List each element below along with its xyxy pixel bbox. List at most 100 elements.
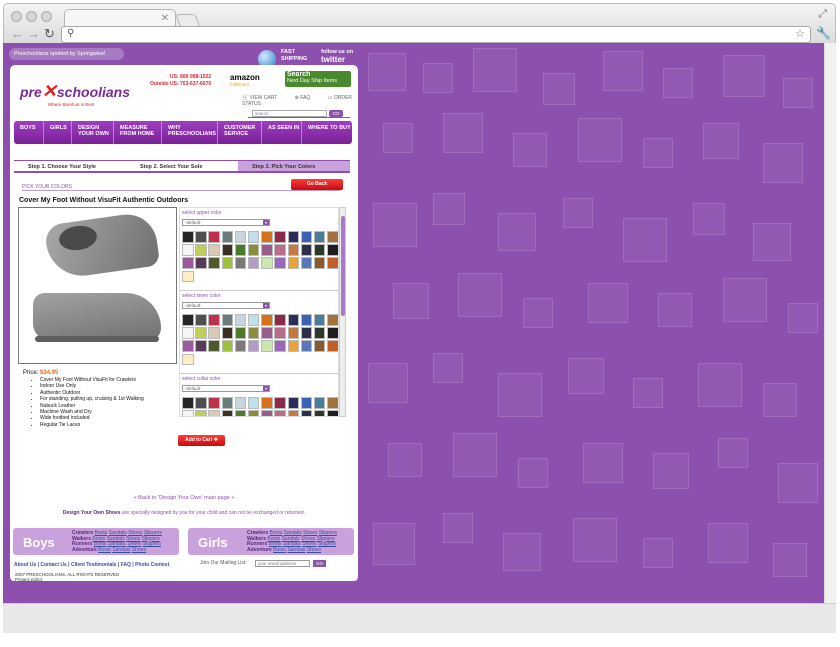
color-swatch[interactable] [261,244,273,256]
lower-color-select[interactable]: -default- ▾ [182,302,270,309]
minimize-window-icon[interactable] [26,11,37,22]
color-swatch[interactable] [221,397,234,409]
footer-links[interactable]: About Us | Contact Us | Client Testimoni… [14,562,169,568]
color-swatch[interactable] [234,340,247,352]
logo[interactable]: pre✕schoolians [20,81,130,102]
color-swatch[interactable] [300,244,313,256]
color-swatch[interactable] [221,340,234,352]
privacy-link[interactable]: Privacy policy [15,577,119,582]
color-swatch[interactable] [182,244,194,256]
color-swatch[interactable] [327,397,338,409]
color-swatch[interactable] [234,231,247,243]
category-link[interactable]: Sandals [287,547,305,553]
color-swatch[interactable] [300,231,313,243]
color-swatch[interactable] [287,244,299,256]
color-swatch[interactable] [327,327,338,339]
search-go-button[interactable]: GO [329,110,343,117]
color-swatch[interactable] [208,327,220,339]
color-swatch[interactable] [300,257,313,269]
color-swatch[interactable] [313,340,326,352]
color-swatch[interactable] [261,257,273,269]
color-swatch[interactable] [327,314,338,326]
color-swatch[interactable] [234,327,247,339]
color-swatch[interactable] [274,340,286,352]
color-swatch[interactable] [195,327,207,339]
color-swatch[interactable] [247,244,260,256]
color-swatch[interactable] [313,314,326,326]
color-swatch[interactable] [274,314,286,326]
color-swatch[interactable] [313,327,326,339]
color-swatch[interactable] [300,397,313,409]
color-swatch[interactable] [208,410,220,416]
color-swatch[interactable] [261,314,273,326]
color-swatch[interactable] [195,340,207,352]
color-swatch[interactable] [313,231,326,243]
category-link[interactable]: Shoes [307,547,321,553]
color-swatch[interactable] [313,257,326,269]
search-input[interactable]: search [252,110,327,117]
color-swatch[interactable] [247,340,260,352]
color-swatch[interactable] [208,257,220,269]
color-swatch[interactable] [247,327,260,339]
color-swatch[interactable] [182,314,194,326]
color-swatch[interactable] [274,410,286,416]
address-bar[interactable]: ⚲ ☆ [61,26,811,43]
color-swatch[interactable] [327,231,338,243]
color-swatch[interactable] [300,340,313,352]
color-swatch[interactable] [195,231,207,243]
resize-icon[interactable]: ⤢ [818,8,827,21]
color-swatch[interactable] [208,231,220,243]
stage-label[interactable]: Adventure [247,547,273,553]
color-swatch[interactable] [195,410,207,416]
step-3[interactable]: Step 3. Pick Your Colors [238,161,350,171]
back-to-design-link[interactable]: « Back to 'Design Your Own' main page » [10,495,358,501]
color-swatch[interactable] [195,244,207,256]
category-link[interactable]: Sandals [112,547,130,553]
category-link[interactable]: Shoes [132,547,146,553]
faq-link[interactable]: ⊕ FAQ [295,95,319,101]
color-swatch[interactable] [234,257,247,269]
bookmark-star-icon[interactable]: ☆ [795,27,805,40]
color-swatch[interactable] [313,244,326,256]
nav-as-seen-in[interactable]: AS SEEN IN [262,121,302,144]
color-swatch[interactable] [182,270,194,283]
nav-design-your-own[interactable]: DESIGN YOUR OWN [72,121,114,144]
color-swatch[interactable] [182,353,194,366]
color-swatch[interactable] [287,340,299,352]
color-swatch[interactable] [287,397,299,409]
color-swatch[interactable] [287,410,299,416]
color-swatch[interactable] [327,244,338,256]
color-swatch[interactable] [327,340,338,352]
nav-girls[interactable]: GIRLS [44,121,72,144]
color-swatch[interactable] [287,231,299,243]
color-swatch[interactable] [195,397,207,409]
color-swatch[interactable] [234,314,247,326]
collar-color-select[interactable]: -default- ▾ [182,385,270,392]
color-swatch[interactable] [195,257,207,269]
forward-arrow-icon[interactable]: → [27,26,40,41]
color-swatch[interactable] [182,231,194,243]
color-swatch[interactable] [208,397,220,409]
category-link[interactable]: Boots [98,547,111,553]
color-swatch[interactable] [182,257,194,269]
search-banner[interactable]: Search Next Day Ship Items [285,71,351,87]
color-swatch[interactable] [195,314,207,326]
scrollbar-thumb[interactable] [341,216,345,316]
color-swatch[interactable] [287,314,299,326]
upper-color-select[interactable]: -default- ▾ [182,219,270,226]
go-back-button[interactable]: Go Back [291,179,343,190]
color-swatch[interactable] [247,397,260,409]
reload-icon[interactable]: ↻ [44,26,55,42]
color-swatch[interactable] [327,257,338,269]
color-swatch[interactable] [221,410,234,416]
nav-measure-from-home[interactable]: MEASURE FROM HOME [114,121,162,144]
color-swatch[interactable] [287,257,299,269]
color-swatch[interactable] [182,397,194,409]
step-2[interactable]: Step 2. Select Your Sole [126,161,238,171]
color-swatch[interactable] [300,314,313,326]
color-swatch[interactable] [208,244,220,256]
color-swatch[interactable] [261,327,273,339]
color-swatch[interactable] [234,397,247,409]
color-swatch[interactable] [182,340,194,352]
color-swatch[interactable] [247,257,260,269]
